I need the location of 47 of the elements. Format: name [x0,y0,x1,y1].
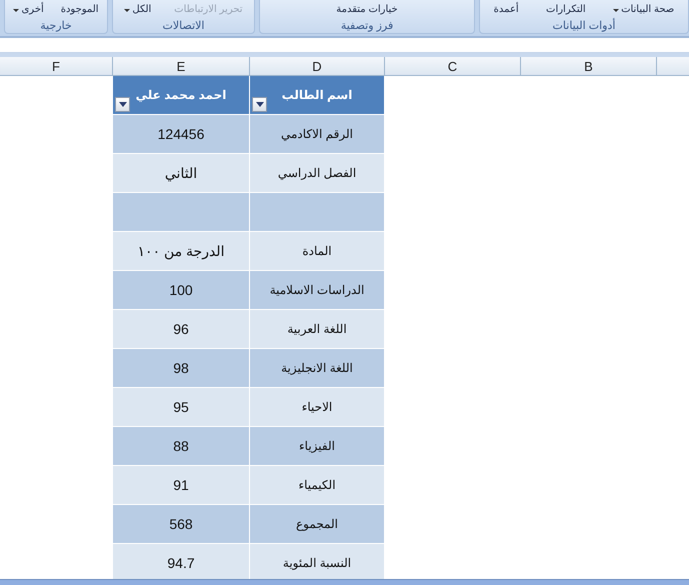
table-cell: 88 [113,427,250,465]
table-cell: الاحياء [250,388,385,426]
filter-button[interactable] [252,97,267,112]
column-header[interactable]: B [521,57,657,76]
caret-icon [13,8,20,12]
ribbon-command[interactable]: التكرارات [546,3,586,17]
group-label: فرز وتصفية [340,18,394,33]
column-header[interactable]: D [250,57,385,76]
table-cell: 94.7 [113,544,250,579]
table-cell: الفصل الدراسي [250,154,385,192]
table-cell: 568 [113,505,250,543]
caret-icon [256,102,264,107]
table-cell: المجموع [250,505,385,543]
group-label: خارجية [39,18,73,33]
ribbon-command[interactable]: خيارات متقدمة [336,3,398,17]
table-cell: المادة [250,232,385,270]
filter-button[interactable] [115,97,130,112]
ribbon-command[interactable]: الموجودة [60,3,99,17]
header-text: اسم الطالب [282,88,352,102]
column-header[interactable]: E [113,57,250,76]
table-cell: الكيمياء [250,466,385,504]
group-label: أدوات البيانات [552,17,616,33]
table-cell: الدراسات الاسلامية [250,271,385,309]
ribbon-command[interactable]: أعمدة [494,3,519,17]
table-cell: 91 [113,466,250,504]
table-cell: 100 [113,271,250,309]
group-label: الاتصالات [162,18,206,33]
ribbon-command[interactable]: الكل [124,3,152,17]
caret-icon [613,8,620,12]
column-header[interactable]: F [0,57,113,76]
caret-icon [124,8,130,12]
table-cell: 95 [113,388,250,426]
column-header[interactable]: C [385,57,521,76]
table-cell: اللغة الانجليزية [250,349,385,387]
table-cell: 124456 [113,115,250,153]
caret-icon [118,102,126,107]
ribbon-command[interactable]: صحة البيانات [613,3,674,17]
table-cell: النسبة المئوية [250,544,385,579]
table-cell: اللغة العربية [250,310,385,348]
header-text: احمد محمد علي [136,88,226,102]
table-cell: الرقم الاكادمي [250,115,385,153]
table-cell: 96 [113,310,250,348]
table-cell: الفيزياء [250,427,385,465]
table-cell: الثاني [113,154,250,192]
ribbon-command[interactable]: أخرى [13,3,44,17]
table-cell: الدرجة من ١٠٠ [113,232,250,270]
table-cell: 98 [113,349,250,387]
